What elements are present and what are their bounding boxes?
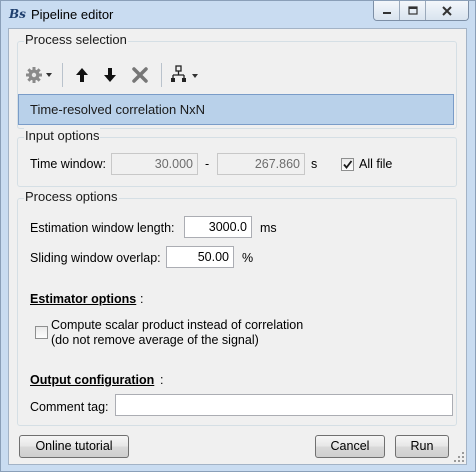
process-options-legend: Process options	[24, 189, 119, 204]
arrow-down-icon	[104, 68, 116, 82]
time-window-end-field[interactable]: 267.860	[217, 153, 305, 175]
process-toolbar	[22, 60, 202, 90]
checkmark-icon	[343, 160, 353, 169]
tree-icon	[171, 65, 198, 82]
scalar-product-label-line2: (do not remove average of the signal)	[51, 333, 259, 347]
close-button[interactable]	[426, 1, 468, 20]
maximize-button[interactable]	[400, 1, 426, 20]
output-configuration-header: Output configuration	[30, 373, 155, 387]
cancel-button[interactable]: Cancel	[315, 435, 385, 458]
minimize-icon	[382, 11, 391, 14]
process-selection-group: Process selection Time-resolved correlat…	[17, 32, 457, 129]
pipeline-editor-window: Bs Pipeline editor Process selection Tim…	[0, 0, 476, 472]
window-title: Pipeline editor	[31, 7, 114, 22]
close-icon	[442, 5, 452, 16]
dialog-body: Process selection Time-resolved correlat…	[8, 28, 467, 465]
selected-process-item[interactable]: Time-resolved correlation NxN	[18, 94, 454, 125]
minimize-button[interactable]	[374, 1, 400, 20]
all-file-label: All file	[359, 157, 393, 171]
delete-icon	[132, 67, 148, 83]
estimation-window-input[interactable]: 3000.0	[184, 216, 252, 238]
online-tutorial-button[interactable]: Online tutorial	[19, 435, 129, 458]
title-bar[interactable]: Bs Pipeline editor	[1, 1, 475, 28]
delete-process-button[interactable]	[125, 62, 155, 88]
run-button[interactable]: Run	[395, 435, 449, 458]
move-up-button[interactable]	[69, 62, 95, 88]
time-window-unit: s	[311, 157, 318, 171]
all-file-checkbox[interactable]	[341, 158, 354, 171]
estimation-window-unit: ms	[260, 221, 277, 235]
process-selection-legend: Process selection	[24, 32, 128, 47]
input-options-legend: Input options	[24, 128, 101, 143]
window-controls	[373, 1, 469, 21]
sliding-overlap-input[interactable]: 50.00	[166, 246, 234, 268]
sliding-overlap-label: Sliding window overlap:	[30, 251, 161, 265]
arrow-up-icon	[76, 68, 88, 82]
sliding-overlap-unit: %	[242, 251, 254, 265]
brainstorm-app-icon: Bs	[9, 7, 26, 21]
comment-tag-label: Comment tag:	[30, 400, 109, 414]
resize-grip-icon[interactable]	[454, 452, 464, 462]
gear-menu-button[interactable]	[22, 62, 56, 88]
time-window-dash: -	[205, 157, 210, 171]
estimation-window-label: Estimation window length:	[30, 221, 175, 235]
estimator-options-header: Estimator options	[30, 292, 137, 306]
maximize-icon	[407, 5, 418, 15]
toolbar-separator	[161, 63, 162, 87]
gear-icon	[26, 67, 52, 83]
scalar-product-checkbox[interactable]	[35, 326, 48, 339]
estimator-options-colon: :	[140, 292, 144, 306]
tree-menu-button[interactable]	[168, 62, 202, 88]
output-configuration-colon: :	[160, 373, 164, 387]
time-window-label: Time window:	[30, 157, 106, 171]
toolbar-separator	[62, 63, 63, 87]
move-down-button[interactable]	[95, 62, 125, 88]
scalar-product-label-line1: Compute scalar product instead of correl…	[51, 318, 304, 332]
process-options-group: Process options Estimation window length…	[17, 189, 457, 426]
time-window-start-field[interactable]: 30.000	[111, 153, 198, 175]
input-options-group: Input options Time window: 30.000 - 267.…	[17, 128, 457, 187]
comment-tag-input[interactable]	[115, 394, 453, 416]
